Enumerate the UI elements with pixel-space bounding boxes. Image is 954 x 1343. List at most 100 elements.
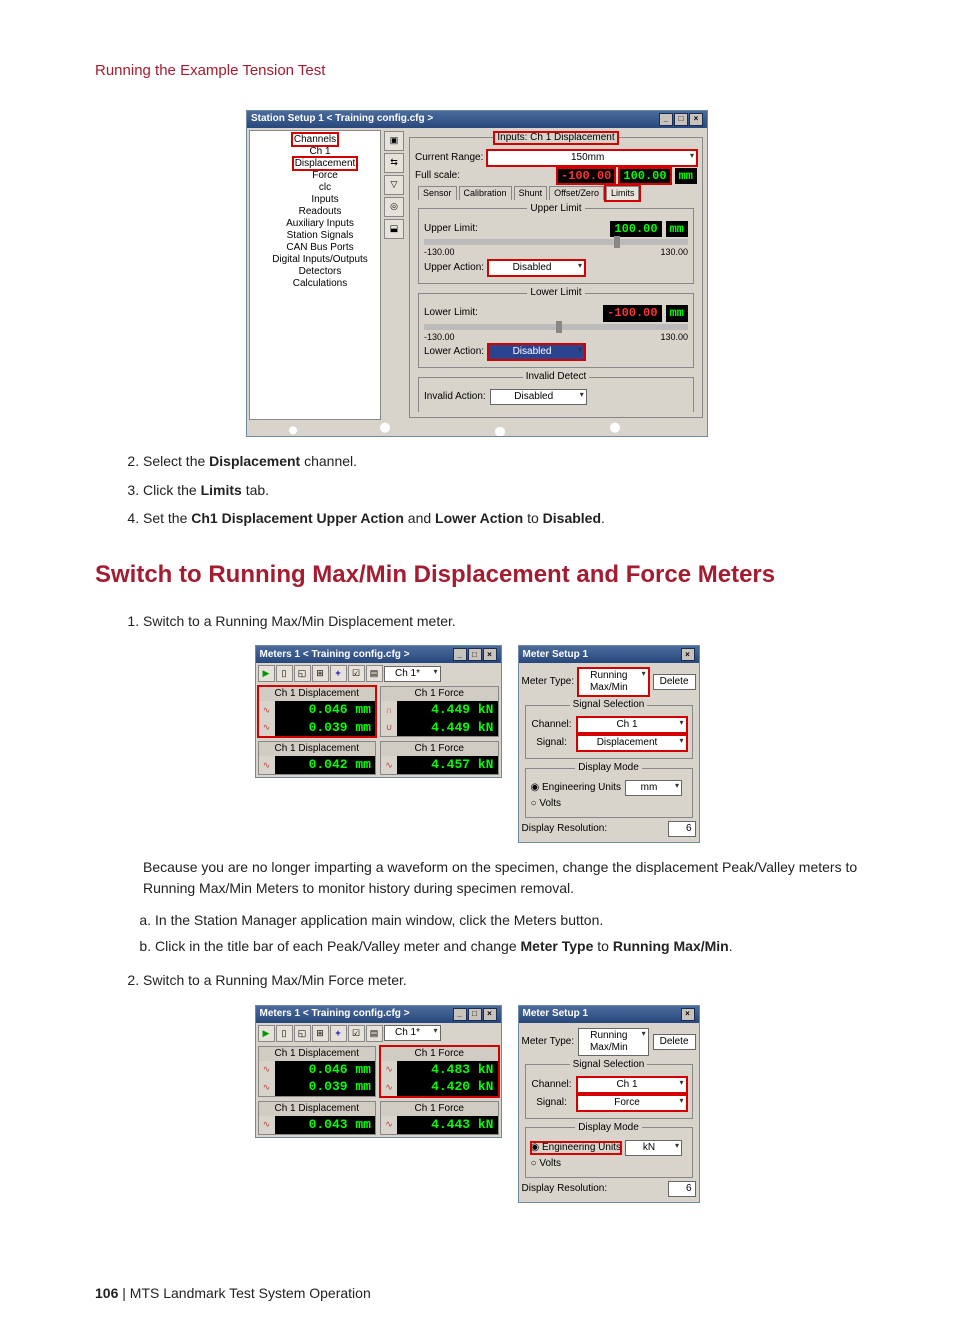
minimize-icon[interactable]: _ [659, 113, 673, 126]
eng-units-select[interactable]: mm [625, 780, 682, 796]
tab-limits[interactable]: Limits [606, 186, 640, 200]
check-icon[interactable]: ☑ [348, 665, 365, 682]
minimize-icon[interactable]: _ [453, 1008, 467, 1021]
close-icon[interactable]: × [483, 1008, 497, 1021]
invalid-action-select[interactable]: Disabled [490, 389, 587, 405]
meter-title[interactable]: Ch 1 Displacement [259, 1047, 376, 1061]
meter-reading: 0.039 mm [275, 1078, 376, 1096]
meter-type-label: Meter Type: [522, 676, 575, 688]
meter-type-select[interactable]: Running Max/Min [578, 668, 648, 696]
resolution-label: Display Resolution: [522, 1183, 608, 1195]
tree-inputs[interactable]: Inputs [254, 194, 376, 206]
close-icon[interactable]: × [681, 1008, 695, 1021]
section-heading: Switch to Running Max/Min Displacement a… [95, 558, 859, 593]
tool-icon[interactable]: ▤ [366, 665, 383, 682]
meters-title: Meters 1 < Training config.cfg > [260, 1008, 410, 1020]
channel-label: Channel: [531, 1079, 573, 1091]
tab-calibration[interactable]: Calibration [459, 186, 512, 200]
tool-icon[interactable]: ◱ [294, 1025, 311, 1042]
tree-channels[interactable]: Channels [291, 132, 339, 147]
tool-icon[interactable]: ⊞ [312, 1025, 329, 1042]
tool-icon[interactable]: ◎ [384, 197, 404, 217]
close-icon[interactable]: × [689, 113, 703, 126]
tool-icon[interactable]: ⬓ [384, 219, 404, 239]
tab-shunt[interactable]: Shunt [514, 186, 548, 200]
close-icon[interactable]: × [483, 648, 497, 661]
tab-sensor[interactable]: Sensor [418, 186, 457, 200]
meter-type-select[interactable]: Running Max/Min [578, 1028, 648, 1056]
lower-limit-slider[interactable] [424, 324, 688, 330]
tree-calc[interactable]: Calculations [254, 278, 376, 290]
volts-radio[interactable]: Volts [531, 798, 562, 810]
tree-aux[interactable]: Auxiliary Inputs [254, 218, 376, 230]
tool-icon[interactable]: ▣ [384, 131, 404, 151]
meter-title[interactable]: Ch 1 Displacement [259, 742, 376, 756]
delete-button[interactable]: Delete [653, 674, 696, 690]
channel-combo[interactable]: Ch 1* [384, 666, 441, 682]
meter-title[interactable]: Ch 1 Force [381, 1102, 498, 1116]
eng-units-radio[interactable]: Engineering Units [531, 1142, 621, 1154]
channel-label: Channel: [531, 719, 573, 731]
maximize-icon[interactable]: □ [468, 648, 482, 661]
lower-limit-label: Lower Limit: [424, 307, 478, 319]
display-mode-legend: Display Mode [575, 762, 642, 774]
meter-reading: 4.449 kN [397, 719, 498, 737]
close-icon[interactable]: × [681, 648, 695, 661]
fullscale-pos: 100.00 [619, 168, 670, 184]
current-range-select[interactable]: 150mm [487, 150, 697, 166]
play-icon[interactable]: ▶ [258, 665, 275, 682]
eng-units-radio[interactable]: Engineering Units [531, 782, 621, 794]
fullscale-unit: mm [675, 168, 697, 184]
check-icon[interactable]: ☑ [348, 1025, 365, 1042]
tool-icon[interactable]: ▯ [276, 1025, 293, 1042]
step-b1: Switch to a Running Max/Min Displacement… [143, 611, 859, 631]
plus-icon[interactable]: + [330, 665, 347, 682]
meter-reading: 0.042 mm [275, 756, 376, 774]
meter-title[interactable]: Ch 1 Displacement [259, 687, 376, 701]
plus-icon[interactable]: + [330, 1025, 347, 1042]
tool-icon[interactable]: ◱ [294, 665, 311, 682]
lower-action-label: Lower Action: [424, 346, 484, 358]
tool-icon[interactable]: ▽ [384, 175, 404, 195]
tree-force[interactable]: Force [254, 170, 376, 182]
lower-action-select[interactable]: Disabled [488, 344, 585, 360]
channel-combo[interactable]: Ch 1* [384, 1025, 441, 1041]
minimize-icon[interactable]: _ [453, 648, 467, 661]
tree-dio[interactable]: Digital Inputs/Outputs [254, 254, 376, 266]
resolution-spinner[interactable]: 6 [668, 821, 696, 837]
meter-title[interactable]: Ch 1 Force [381, 687, 498, 701]
tool-icon[interactable]: ▯ [276, 665, 293, 682]
resolution-spinner[interactable]: 6 [668, 1181, 696, 1197]
tool-icon[interactable]: ⇆ [384, 153, 404, 173]
meter-title[interactable]: Ch 1 Force [381, 742, 498, 756]
delete-button[interactable]: Delete [653, 1034, 696, 1050]
signal-select[interactable]: Force [577, 1095, 687, 1111]
tab-offsetzero[interactable]: Offset/Zero [549, 186, 604, 200]
meter-title[interactable]: Ch 1 Displacement [259, 1102, 376, 1116]
valley-icon: ∿ [259, 1078, 275, 1096]
tree-det[interactable]: Detectors [254, 266, 376, 278]
tree-sig[interactable]: Station Signals [254, 230, 376, 242]
tree-can[interactable]: CAN Bus Ports [254, 242, 376, 254]
meter-title[interactable]: Ch 1 Force [381, 1047, 498, 1061]
tool-icon[interactable]: ⊞ [312, 665, 329, 682]
channel-select[interactable]: Ch 1 [577, 717, 687, 733]
upper-action-select[interactable]: Disabled [488, 260, 585, 276]
tree-displacement[interactable]: Displacement [292, 156, 359, 171]
tool-icon[interactable]: ▤ [366, 1025, 383, 1042]
tree-readouts[interactable]: Readouts [254, 206, 376, 218]
invalid-action-label: Invalid Action: [424, 391, 486, 403]
tree-clc[interactable]: clc [254, 182, 376, 194]
play-icon[interactable]: ▶ [258, 1025, 275, 1042]
station-tree[interactable]: Channels Ch 1 Displacement Force clc Inp… [249, 130, 381, 421]
maximize-icon[interactable]: □ [674, 113, 688, 126]
signal-select[interactable]: Displacement [577, 735, 687, 751]
upper-limit-slider[interactable] [424, 239, 688, 245]
valley-icon: ∿ [381, 1078, 397, 1096]
upper-limit-label: Upper Limit: [424, 223, 478, 235]
maximize-icon[interactable]: □ [468, 1008, 482, 1021]
eng-units-select[interactable]: kN [625, 1140, 682, 1156]
wave-icon: ∿ [259, 1116, 275, 1134]
channel-select[interactable]: Ch 1 [577, 1077, 687, 1093]
volts-radio[interactable]: Volts [531, 1158, 562, 1170]
